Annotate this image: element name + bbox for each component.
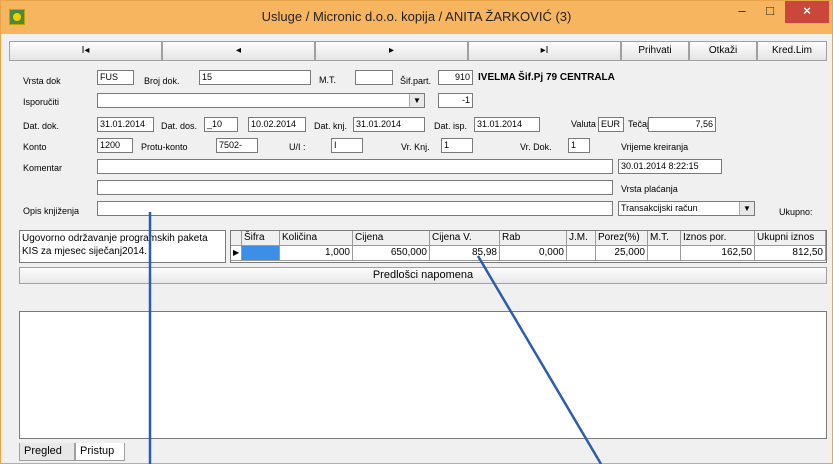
items-grid[interactable]: Šifra Količina Cijena Cijena V. Rab J.M.… <box>230 230 827 263</box>
accept-button[interactable]: Prihvati <box>621 41 689 61</box>
vrknj-label: Vr. Knj. <box>401 142 430 152</box>
chevron-down-icon[interactable]: ▼ <box>409 94 424 107</box>
grid-indicator-header <box>231 231 242 246</box>
minimize-button[interactable]: – <box>729 1 755 23</box>
grid-header[interactable]: M.T. <box>648 231 681 246</box>
protu-field[interactable]: 7502- <box>216 138 258 153</box>
datknj-label: Dat. knj. <box>314 121 348 131</box>
isporuciti-label: Isporučiti <box>23 97 60 107</box>
grid-cell[interactable]: 162,50 <box>681 246 755 261</box>
vrsta-placanja-label: Vrsta plaćanja <box>621 184 678 194</box>
grid-header[interactable]: Iznos por. <box>681 231 755 246</box>
datdos-date-field[interactable]: 10.02.2014 <box>248 117 306 132</box>
chevron-down-icon[interactable]: ▼ <box>739 202 754 215</box>
ui-label: U/I : <box>289 142 306 152</box>
mt-field[interactable] <box>355 70 393 85</box>
grid-cell[interactable]: 650,000 <box>353 246 430 261</box>
tecaj-field[interactable]: 7,56 <box>648 117 716 132</box>
vrijeme-field: 30.01.2014 8:22:15 <box>618 159 722 174</box>
notes-area[interactable] <box>19 311 827 439</box>
opis-field[interactable] <box>97 201 613 216</box>
partner-name: IVELMA Šif.Pj 79 CENTRALA <box>478 72 615 83</box>
last-record-button[interactable]: ▸I <box>468 41 621 61</box>
sifpart-field[interactable]: 910 <box>438 70 473 85</box>
grid-cell[interactable]: 25,000 <box>596 246 648 261</box>
grid-header[interactable]: Šifra <box>242 231 280 246</box>
vrdok-label: Vr. Dok. <box>520 142 552 152</box>
ui-field[interactable]: I <box>331 138 363 153</box>
grid-header[interactable]: J.M. <box>567 231 596 246</box>
mt-label: M.T. <box>319 75 336 85</box>
valuta-label: Valuta <box>571 119 596 129</box>
grid-header[interactable]: Porez(%) <box>596 231 648 246</box>
vrijeme-label: Vrijeme kreiranja <box>621 142 689 152</box>
vrknj-field[interactable]: 1 <box>441 138 473 153</box>
next-record-button[interactable]: ▸ <box>315 41 468 61</box>
window-title: Usluge / Micronic d.o.o. kopija / ANITA … <box>261 9 572 24</box>
row-pointer-icon: ▶ <box>231 246 242 261</box>
datdok-field[interactable]: 31.01.2014 <box>97 117 154 132</box>
grid-cell-selected[interactable] <box>242 246 280 261</box>
vrsta-dok-field[interactable]: FUS <box>97 70 134 85</box>
datknj-field[interactable]: 31.01.2014 <box>353 117 425 132</box>
grid-cell[interactable] <box>567 246 596 261</box>
valuta-field[interactable]: EUR <box>598 117 624 132</box>
grid-cell[interactable] <box>648 246 681 261</box>
predlosci-napomena-button[interactable]: Predlošci napomena <box>19 267 827 284</box>
sifpart-label: Šif.part. <box>400 76 432 86</box>
item-description-memo[interactable]: Ugovorno održavanje programskih paketa K… <box>19 230 226 263</box>
cancel-button[interactable]: Otkaži <box>689 41 757 61</box>
broj-dok-field[interactable]: 15 <box>199 70 311 85</box>
ukupno-label: Ukupno: <box>779 207 813 217</box>
broj-dok-label: Broj dok. <box>144 76 180 86</box>
datisp-label: Dat. isp. <box>434 121 468 131</box>
vrsta-placanja-select[interactable]: Transakcijski račun ▼ <box>618 201 755 216</box>
isporuciti-select[interactable]: ▼ <box>97 93 425 108</box>
tab-pristup[interactable]: Pristup <box>75 443 125 461</box>
grid-header[interactable]: Cijena <box>353 231 430 246</box>
konto-label: Konto <box>23 142 47 152</box>
komentar-label: Komentar <box>23 163 63 173</box>
first-record-button[interactable]: I◂ <box>9 41 162 61</box>
konto-field[interactable]: 1200 <box>97 138 133 153</box>
datdok-label: Dat. dok. <box>23 121 60 131</box>
grid-header[interactable]: Rab <box>500 231 567 246</box>
datdos-label: Dat. dos. <box>161 121 198 131</box>
komentar-field[interactable] <box>97 159 613 174</box>
prev-record-button[interactable]: ◂ <box>162 41 315 61</box>
close-button[interactable]: × <box>785 1 829 23</box>
grid-header[interactable]: Količina <box>280 231 353 246</box>
vrsta-placanja-value: Transakcijski račun <box>621 203 698 213</box>
grid-cell[interactable]: 1,000 <box>280 246 353 261</box>
datisp-field[interactable]: 31.01.2014 <box>474 117 540 132</box>
navigation-toolbar: I◂ ◂ ▸ ▸I Prihvati Otkaži Kred.Lim <box>9 41 827 61</box>
main-window: Usluge / Micronic d.o.o. kopija / ANITA … <box>0 0 833 464</box>
tab-pregled[interactable]: Pregled <box>19 443 75 461</box>
credit-limit-button[interactable]: Kred.Lim <box>757 41 827 61</box>
title-bar: Usluge / Micronic d.o.o. kopija / ANITA … <box>1 1 832 34</box>
vrsta-dok-label: Vrsta dok <box>23 76 61 86</box>
grid-header[interactable]: Ukupni iznos <box>755 231 826 246</box>
grid-cell[interactable]: 812,50 <box>755 246 826 261</box>
komentar-field-2[interactable] <box>97 180 613 195</box>
grid-cell[interactable]: 0,000 <box>500 246 567 261</box>
isporuciti-code[interactable]: -1 <box>438 93 473 108</box>
grid-cell[interactable]: 85,98 <box>430 246 500 261</box>
tecaj-label: Tečaj <box>628 119 650 129</box>
grid-header[interactable]: Cijena V. <box>430 231 500 246</box>
vrdok-field[interactable]: 1 <box>568 138 590 153</box>
datdos-days-field[interactable]: _10 <box>204 117 238 132</box>
maximize-button[interactable]: □ <box>757 1 783 23</box>
opis-label: Opis knjiženja <box>23 206 80 216</box>
protu-label: Protu-konto <box>141 142 188 152</box>
